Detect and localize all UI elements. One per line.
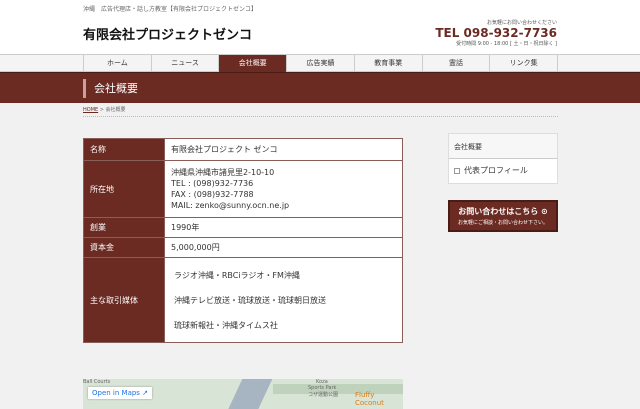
mail-line[interactable]: MAIL: zenko@sunny.ocn.ne.jp [171,200,396,211]
site-logo[interactable]: 有限会社プロジェクトゼンコ [83,24,252,43]
global-nav: ホーム ニュース 会社概要 広告実績 教育事業 霊話 リンク集 [0,54,640,72]
contact-cta-button[interactable]: お問い合わせはこちら ⊙ お気軽にご相談・お問い合わせ下さい。 [448,200,558,232]
media-tv: 沖縄テレビ放送・琉球放送・琉球朝日放送 [174,295,326,305]
nav-news[interactable]: ニュース [150,55,219,72]
name-value: 有限会社プロジェクト ゼンコ [164,138,403,161]
business-hours: 受付時間 9:00 - 18:00 [ 土・日・祝日除く ] [456,41,557,47]
founded-value: 1990年 [164,217,403,238]
media-newspaper: 琉球新報社・沖縄タイムス社 [174,320,278,330]
map-road [223,379,273,409]
sidebar-menu: 会社概要 代表プロフィール [448,133,558,184]
contact-note: お気軽にお問い合わせください [486,20,557,26]
breadcrumb-current: 会社概要 [105,107,126,113]
header: 有限会社プロジェクトゼンコ お気軽にお問い合わせください TEL 098-932… [0,14,640,54]
founded-label: 創業 [83,217,165,238]
cta-subtitle: お気軽にご相談・お問い合わせ下さい。 [458,220,548,226]
open-in-maps-link[interactable]: Open in Maps ↗ [88,387,153,399]
table-row: 創業 1990年 [83,217,403,238]
address-line: 沖縄県沖縄市諸見里2-10-10 [171,168,275,177]
nav-education[interactable]: 教育事業 [353,55,422,72]
page-title: 会社概要 [83,79,138,98]
fax-line: FAX : (098)932-7788 [171,190,254,199]
table-row: 所在地 沖縄県沖縄市諸見里2-10-10 TEL : (098)932-7736… [83,160,403,218]
cta-title: お問い合わせはこちら ⊙ [458,207,548,216]
bullet-icon [454,167,460,174]
sidebar-title: 会社概要 [449,134,557,159]
table-row: 資本金 5,000,000円 [83,237,403,258]
name-label: 名称 [83,138,165,161]
breadcrumb-home[interactable]: HOME [83,107,98,113]
tel-line: TEL : (098)932-7736 [171,179,254,188]
table-row: 名称 有限会社プロジェクト ゼンコ [83,138,403,161]
media-radio: ラジオ沖縄・RBCiラジオ・FM沖縄 [174,270,300,280]
header-contact: お気軽にお問い合わせください TEL 098-932-7736 受付時間 9:0… [435,19,557,47]
media-label: 主な取引媒体 [83,257,165,343]
topbar-tagline: 沖縄 広告代理店・話し方教室【有限会社プロジェクトゼンコ】 [0,0,640,14]
breadcrumb: HOME > 会社概要 [83,106,558,117]
address-label: 所在地 [83,160,165,218]
address-value: 沖縄県沖縄市諸見里2-10-10 TEL : (098)932-7736 FAX… [164,160,403,218]
breadcrumb-separator: > [98,107,106,113]
nav-works[interactable]: 広告実績 [286,55,354,72]
company-table: 名称 有限会社プロジェクト ゼンコ 所在地 沖縄県沖縄市諸見里2-10-10 T… [83,138,403,343]
header-tel[interactable]: TEL 098-932-7736 [435,26,557,40]
sidebar-item-label: 代表プロフィール [464,166,528,175]
nav-company[interactable]: 会社概要 [218,55,287,72]
page-banner: 会社概要 [0,72,640,103]
sidebar: 会社概要 代表プロフィール お問い合わせはこちら ⊙ お気軽にご相談・お問い合わ… [448,133,558,232]
map-label-cafe: Fluffy Coconut [355,391,384,407]
media-value: ラジオ沖縄・RBCiラジオ・FM沖縄 沖縄テレビ放送・琉球放送・琉球朝日放送 琉… [164,257,403,343]
nav-spirit[interactable]: 霊話 [421,55,490,72]
capital-label: 資本金 [83,237,165,258]
embedded-map[interactable]: Ball Courts Open in Maps ↗ Koza Sports P… [83,379,403,409]
capital-value: 5,000,000円 [164,237,403,258]
table-row: 主な取引媒体 ラジオ沖縄・RBCiラジオ・FM沖縄 沖縄テレビ放送・琉球放送・琉… [83,257,403,343]
sidebar-item-profile[interactable]: 代表プロフィール [449,159,557,183]
map-label-park-ja: コザ運動公園 [308,392,339,398]
nav-links[interactable]: リンク集 [489,55,559,72]
nav-home[interactable]: ホーム [83,55,151,72]
map-label-courts: Ball Courts [83,379,111,385]
